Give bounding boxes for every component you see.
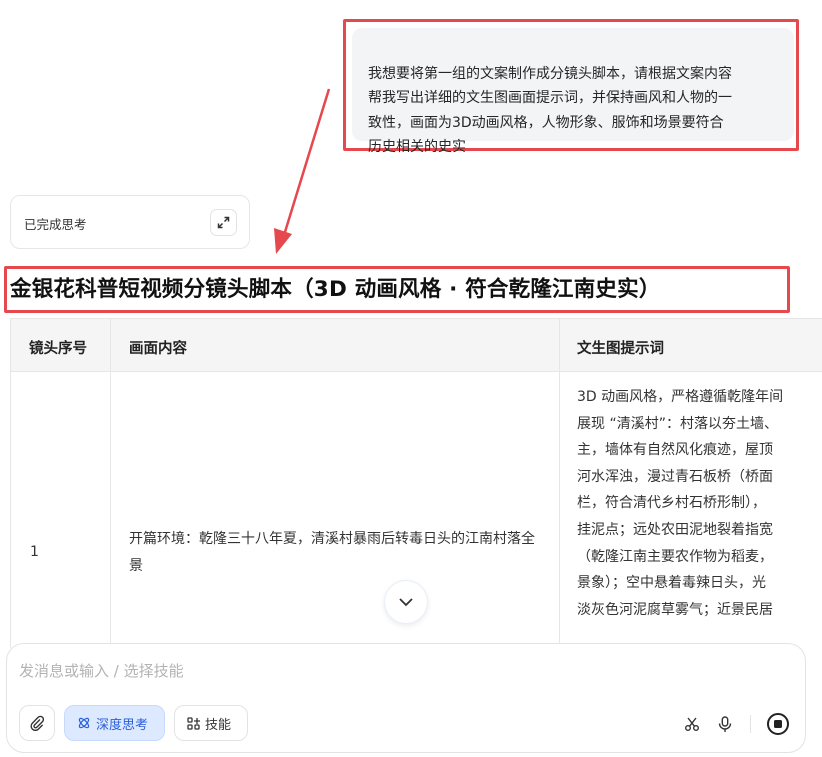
- chevron-down-icon: [399, 598, 413, 607]
- user-message-line: 我想要将第一组的文案制作成分镜头脚本，请根据文案内容: [368, 65, 732, 82]
- screenshot-button[interactable]: [682, 714, 702, 734]
- prompt-line: 河水浑浊，漫过青石板桥（桥面: [577, 468, 773, 485]
- column-header-content: 画面内容: [111, 318, 560, 372]
- attach-button[interactable]: [19, 705, 55, 741]
- thinking-status-label: 已完成思考: [24, 217, 87, 232]
- prompt-line: 3D 动画风格，严格遵循乾隆年间: [577, 389, 784, 405]
- atom-icon: [78, 717, 90, 729]
- response-title: 金银花科普短视频分镜头脚本（3D 动画风格 · 符合乾隆江南史实）: [10, 277, 661, 302]
- user-message-bubble: 我想要将第一组的文案制作成分镜头脚本，请根据文案内容 帮我写出详细的文生图画面提…: [352, 28, 794, 155]
- message-composer: 深度思考 技能: [6, 643, 806, 753]
- column-header-prompt: 文生图提示词: [560, 318, 822, 372]
- grid-icon: [187, 716, 200, 730]
- stop-icon[interactable]: [766, 712, 790, 736]
- cell-image-prompt: 3D 动画风格，严格遵循乾隆年间 展现 “清溪村”：村落以夯土墙、 主，墙体有自…: [560, 372, 822, 648]
- user-message-line: 历史相关的史实: [368, 139, 466, 155]
- cell-shot-number: 1: [10, 372, 111, 648]
- scroll-to-bottom-button[interactable]: [384, 580, 428, 624]
- paperclip-icon: [30, 715, 45, 731]
- expand-thinking-button[interactable]: [210, 209, 237, 236]
- prompt-line: （乾隆江南主要农作物为稻麦，: [577, 548, 773, 565]
- prompt-line: 淡灰色河泥腐草雾气；近景民居: [577, 601, 773, 618]
- prompt-line: 景象）；空中悬着毒辣日头，光: [577, 575, 766, 592]
- thinking-status-card[interactable]: 已完成思考: [10, 195, 250, 249]
- prompt-line: 展现 “清溪村”：村落以夯土墙、: [577, 415, 778, 432]
- skills-label: 技能: [205, 717, 232, 733]
- prompt-line: 栏，符合清代乡村石桥形制），: [577, 495, 766, 512]
- prompt-line: 主，墙体有自然风化痕迹，屋顶: [577, 442, 773, 459]
- user-message-line: 帮我写出详细的文生图画面提示词，并保持画风和人物的一: [368, 90, 732, 106]
- user-message-line: 致性，画面为3D动画风格，人物形象、服饰和场景要符合: [368, 114, 724, 131]
- deep-think-label: 深度思考: [96, 717, 149, 733]
- column-header-shot: 镜头序号: [10, 318, 111, 372]
- expand-icon: [217, 216, 230, 229]
- skills-button[interactable]: 技能: [174, 705, 248, 741]
- prompt-line: 挂泥点；远处农田泥地裂着指宽: [577, 521, 773, 538]
- deep-think-toggle[interactable]: 深度思考: [64, 705, 165, 741]
- toolbar-divider: [750, 715, 751, 733]
- message-input[interactable]: [19, 659, 719, 683]
- microphone-icon: [718, 715, 732, 732]
- cell-scene-content: 开篇环境：乾隆三十八年夏，清溪村暴雨后转毒日头的江南村落全景: [111, 372, 560, 648]
- voice-input-button[interactable]: [715, 714, 735, 734]
- scissors-icon: [685, 717, 699, 731]
